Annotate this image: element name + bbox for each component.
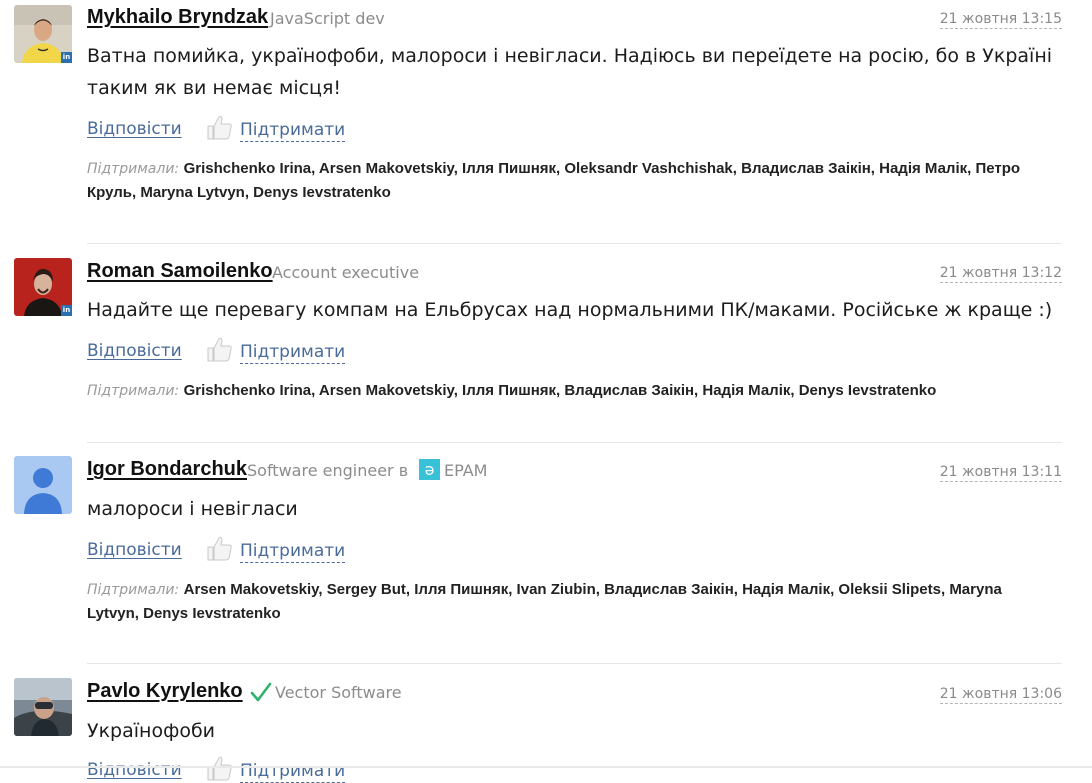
supporters-label: Підтримали: bbox=[87, 161, 180, 177]
avatar[interactable] bbox=[14, 678, 72, 736]
supporters-label: Підтримали: bbox=[87, 582, 180, 598]
comment-date[interactable]: 21 жовтня 13:11 bbox=[939, 463, 1062, 482]
comment-text: малороси і невігласи bbox=[87, 498, 298, 520]
avatar[interactable] bbox=[14, 456, 72, 514]
support-button[interactable]: Підтримати bbox=[240, 761, 346, 783]
author-role: Account executive bbox=[272, 263, 420, 282]
author-role: JavaScript dev bbox=[270, 9, 385, 28]
supporters-list: Підтримали: Grishchenko Irina, Arsen Mak… bbox=[87, 157, 1047, 205]
comment-divider bbox=[87, 663, 1062, 664]
supporters-label: Підтримали: bbox=[87, 383, 180, 399]
comment-date[interactable]: 21 жовтня 13:15 bbox=[939, 10, 1062, 29]
supporters-names[interactable]: Grishchenko Irina, Arsen Makovetskiy, Іл… bbox=[87, 160, 1020, 201]
support-button[interactable]: Підтримати bbox=[240, 120, 346, 142]
reply-link[interactable]: Відповісти bbox=[87, 540, 182, 560]
support-button[interactable]: Підтримати bbox=[240, 342, 346, 364]
supporters-names[interactable]: Grishchenko Irina, Arsen Makovetskiy, Іл… bbox=[184, 382, 937, 399]
thumbs-up-icon[interactable] bbox=[204, 335, 234, 363]
comment-text: Українофоби bbox=[87, 720, 216, 742]
comment-author[interactable]: Pavlo Kyrylenko bbox=[87, 680, 243, 703]
comment-text: Ватна помийка, українофоби, малороси і н… bbox=[87, 45, 1053, 99]
reply-link[interactable]: Відповісти bbox=[87, 119, 182, 139]
supporters-list: Підтримали: Grishchenko Irina, Arsen Mak… bbox=[87, 379, 1047, 403]
user-silhouette-icon bbox=[14, 456, 72, 514]
comment-date[interactable]: 21 жовтня 13:06 bbox=[939, 685, 1062, 704]
comment-text: Надайте ще перевагу компам на Ельбрусах … bbox=[87, 299, 1053, 321]
comment-author[interactable]: Roman Samoilenko bbox=[87, 260, 273, 283]
comment-author[interactable]: Mykhailo Bryndzak bbox=[87, 6, 268, 29]
supporters-list: Підтримали: Arsen Makovetskiy, Sergey Bu… bbox=[87, 578, 1047, 626]
author-role: Software engineer в bbox=[247, 461, 409, 480]
support-button[interactable]: Підтримати bbox=[240, 541, 346, 563]
epam-logo-icon[interactable]: ǝ bbox=[419, 459, 440, 480]
thumbs-up-icon[interactable] bbox=[204, 534, 234, 562]
reply-link[interactable]: Відповісти bbox=[87, 341, 182, 361]
linkedin-icon[interactable]: in bbox=[61, 305, 72, 316]
thumbs-up-icon[interactable] bbox=[204, 754, 234, 782]
comment-divider bbox=[87, 243, 1062, 244]
company-name[interactable]: Vector Software bbox=[275, 683, 402, 702]
supporters-names[interactable]: Arsen Makovetskiy, Sergey But, Ілля Пишн… bbox=[87, 581, 1002, 622]
comment-date[interactable]: 21 жовтня 13:12 bbox=[939, 264, 1062, 283]
comment-author[interactable]: Igor Bondarchuk bbox=[87, 458, 247, 481]
company-name[interactable]: EPAM bbox=[444, 461, 487, 480]
thumbs-up-icon[interactable] bbox=[204, 113, 234, 141]
checkmark-icon bbox=[250, 682, 272, 702]
comment-divider bbox=[87, 442, 1062, 443]
reply-link[interactable]: Відповісти bbox=[87, 760, 182, 780]
linkedin-icon[interactable]: in bbox=[61, 52, 72, 63]
